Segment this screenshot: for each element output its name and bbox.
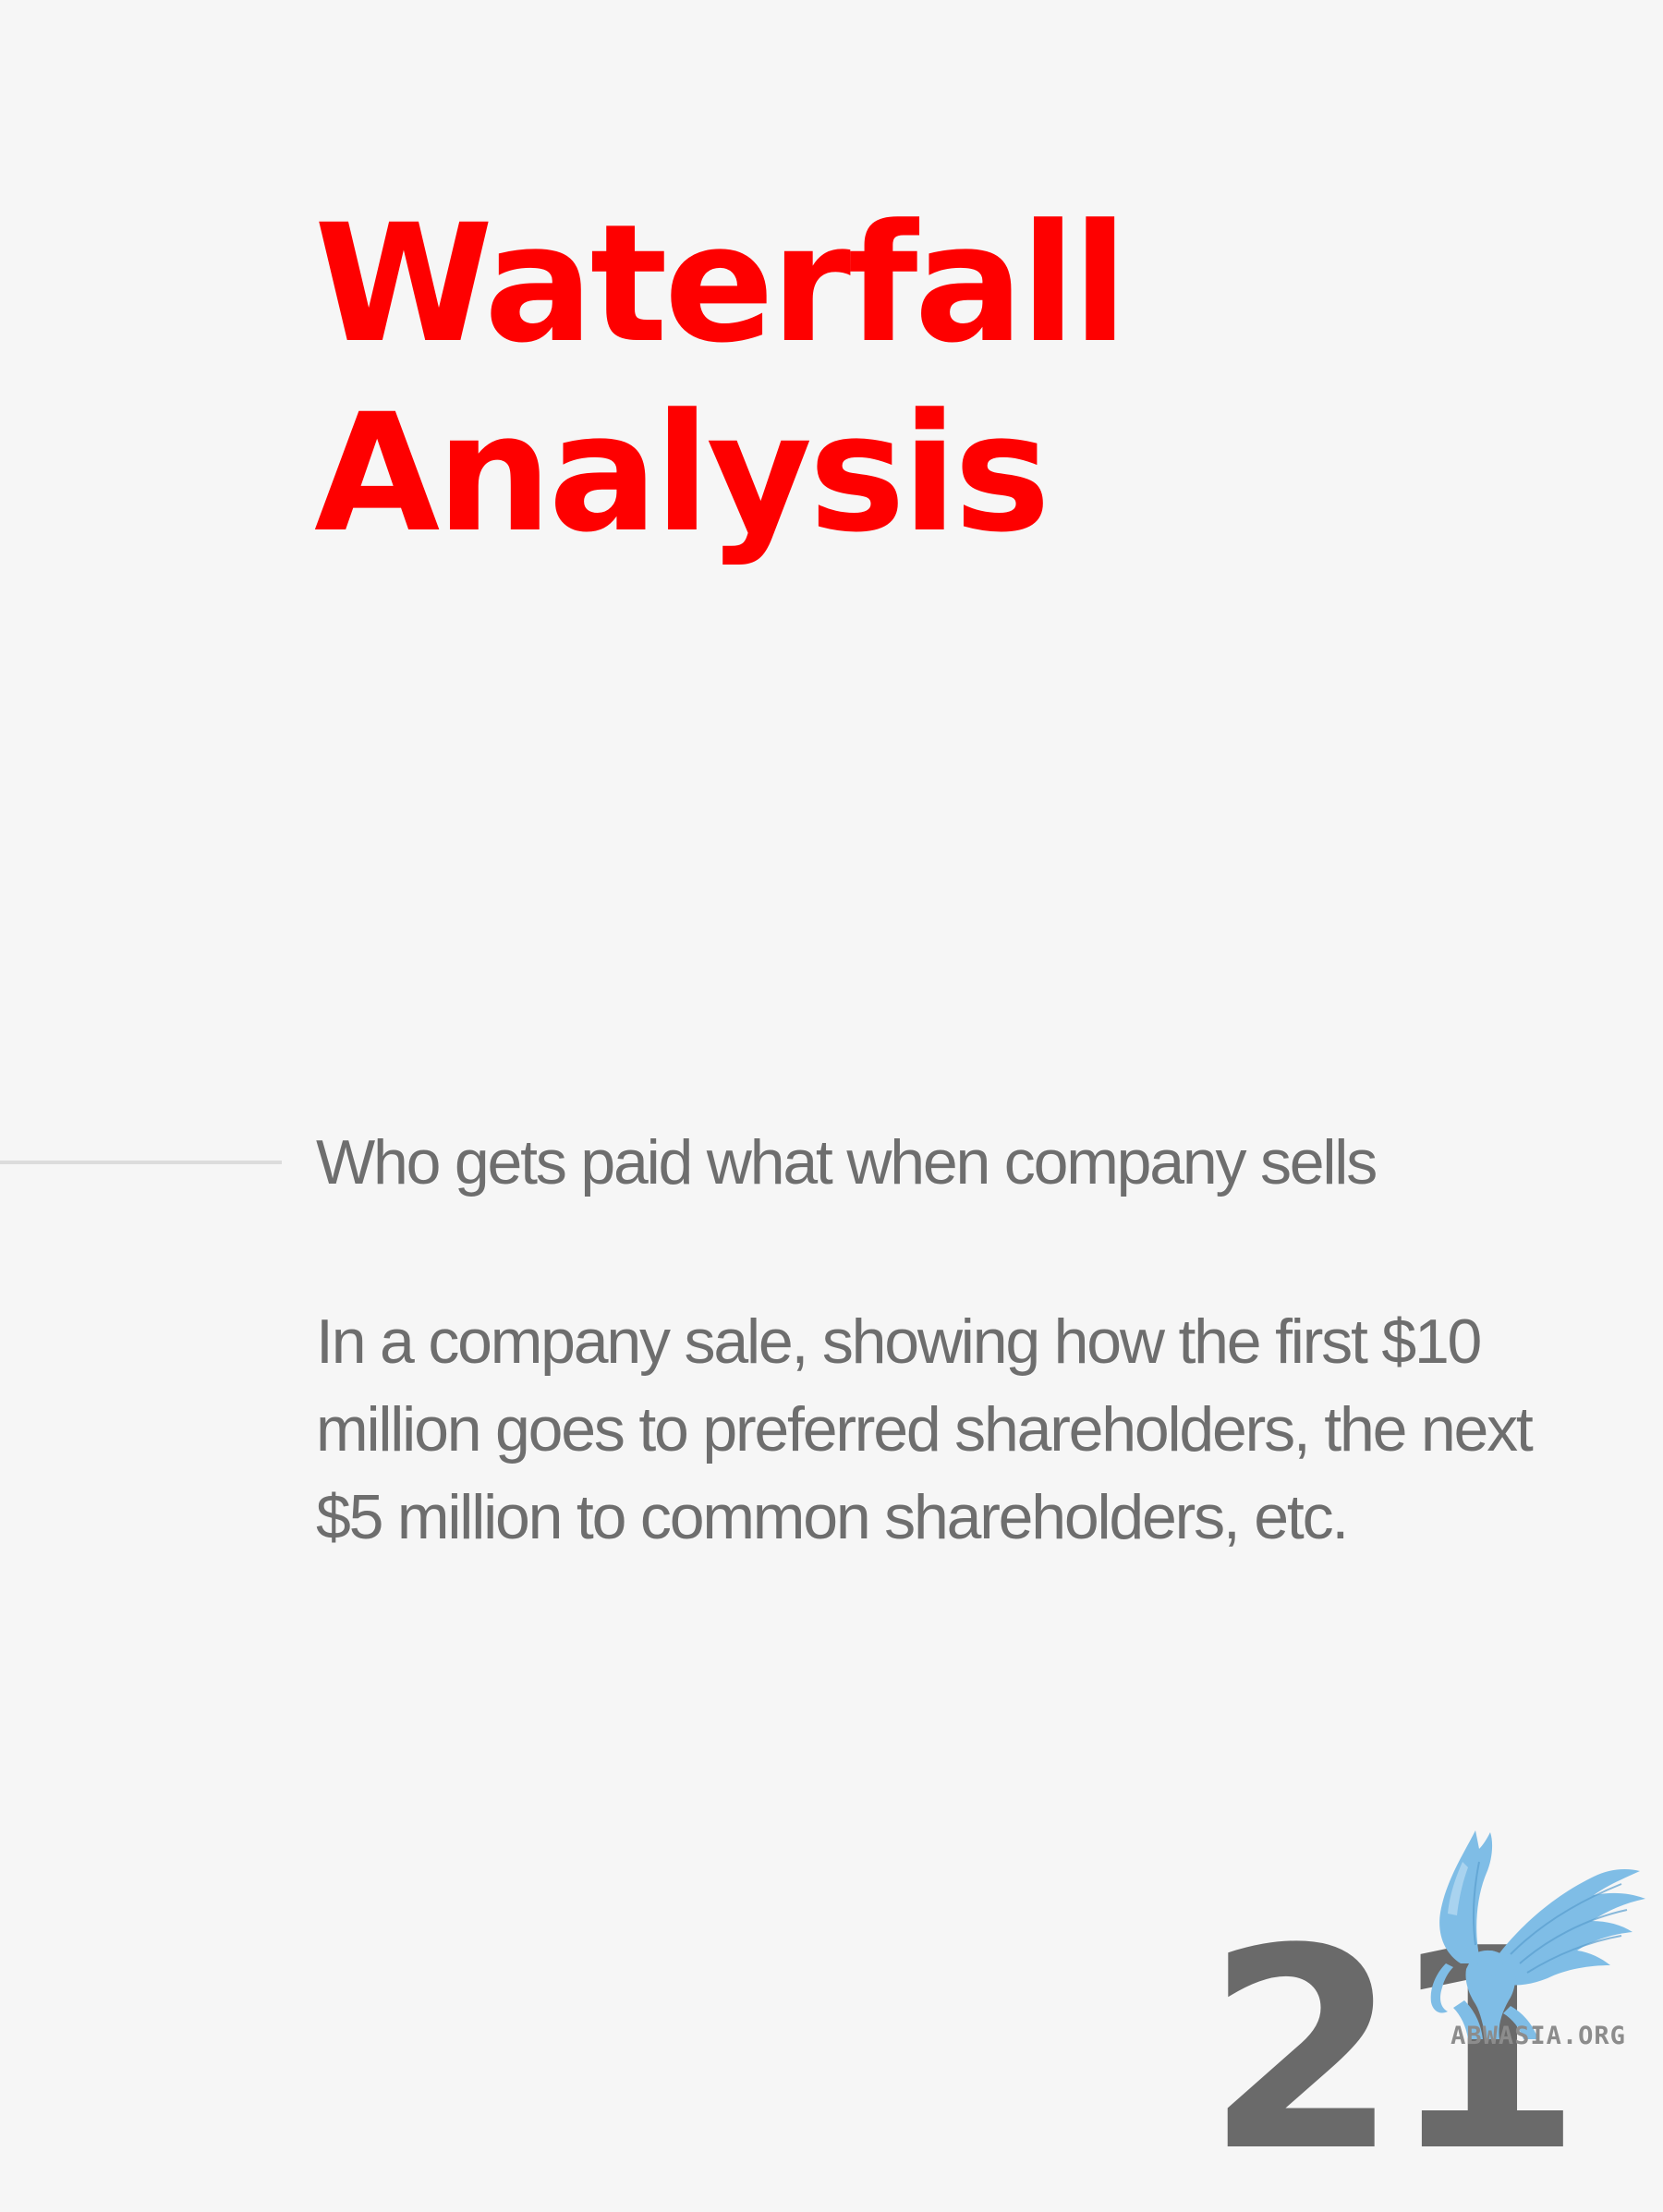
title-line-1: Waterfall [314,189,1128,379]
watermark-text: ABWASIA.ORG [1451,2022,1626,2050]
title-line-2: Analysis [314,379,1050,568]
subtitle: Who gets paid what when company sells [316,1127,1378,1197]
divider-line [0,1161,282,1164]
body-paragraph: In a company sale, showing how the first… [316,1307,1534,1552]
page-title: Waterfall Analysis [314,189,1128,568]
